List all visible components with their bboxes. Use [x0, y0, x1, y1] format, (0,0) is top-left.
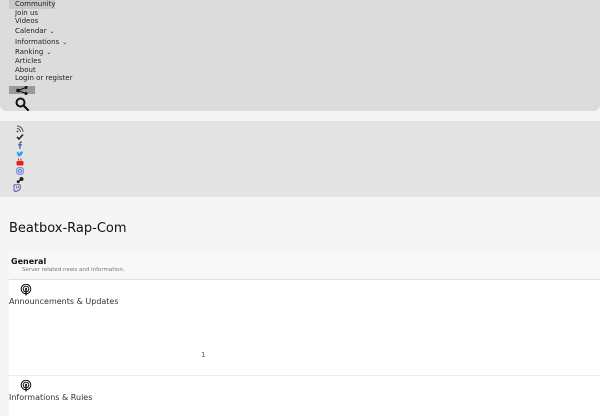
nav-item-label: Articles: [15, 57, 42, 65]
search-icon[interactable]: [15, 97, 29, 111]
nav-item-label: Join us: [15, 9, 39, 17]
chevron-down-icon: ⌄: [46, 49, 52, 56]
nav-item-label: Informations: [15, 38, 60, 46]
category-description: Server related news and information.: [22, 267, 125, 273]
board-row[interactable]: Informations & Rules: [9, 376, 600, 416]
rss-icon[interactable]: [16, 125, 24, 133]
steam-icon[interactable]: [16, 176, 24, 184]
nav-item-login[interactable]: Login or register: [15, 74, 73, 83]
podcast-icon: [20, 284, 32, 296]
twitter-icon[interactable]: [16, 150, 24, 158]
share-button[interactable]: [9, 85, 35, 95]
instagram-icon[interactable]: [16, 167, 24, 175]
nav-item-label: Videos: [15, 17, 39, 25]
nav-item-community[interactable]: Community: [9, 0, 56, 9]
category-header[interactable]: General Server related news and informat…: [9, 252, 600, 280]
nav-item-label: Calendar: [15, 27, 47, 35]
board-title[interactable]: Announcements & Updates: [9, 297, 119, 306]
topic-count: 1: [201, 351, 206, 359]
nav-item-label: Community: [15, 0, 56, 8]
top-navigation: Community Join us Videos Calendar ⌄ Infor…: [0, 0, 600, 111]
share-icon: [16, 85, 28, 95]
nav-item-videos[interactable]: Videos: [15, 17, 38, 26]
forum-category: General Server related news and informat…: [0, 252, 600, 416]
nav-item-articles[interactable]: Articles: [15, 57, 41, 66]
nav-item-label: About: [15, 66, 36, 74]
board-row[interactable]: Announcements & Updates 1: [9, 280, 600, 376]
youtube-icon[interactable]: [16, 158, 24, 166]
check-icon[interactable]: [16, 133, 24, 141]
twitch-icon[interactable]: [13, 184, 21, 192]
category-title: General: [11, 257, 47, 266]
podcast-icon: [20, 380, 32, 392]
chevron-down-icon: ⌄: [49, 28, 55, 35]
nav-item-label: Ranking: [15, 48, 44, 56]
board-title[interactable]: Informations & Rules: [9, 393, 92, 402]
nav-item-label: Login or register: [15, 74, 73, 82]
nav-item-informations[interactable]: Informations ⌄: [15, 38, 67, 47]
chevron-down-icon: ⌄: [62, 39, 68, 46]
facebook-icon[interactable]: [16, 141, 24, 149]
nav-item-calendar[interactable]: Calendar ⌄: [15, 27, 55, 36]
site-title: Beatbox-Rap-Com: [9, 221, 127, 236]
social-links: [0, 121, 600, 197]
nav-item-ranking[interactable]: Ranking ⌄: [15, 48, 51, 57]
